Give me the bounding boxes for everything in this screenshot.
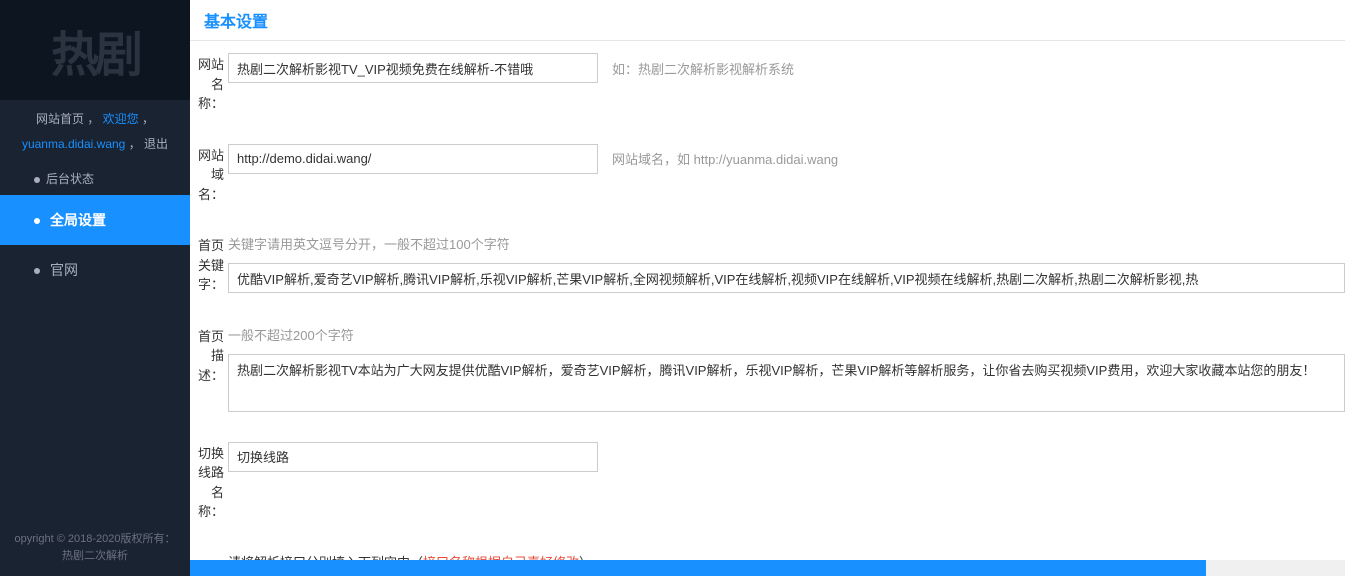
row-keywords: 首页 关键 字： 关键字请用英文逗号分开，一般不超过100个字符 [190, 222, 1345, 313]
user-domain[interactable]: yuanma.didai.wang [22, 137, 125, 151]
backend-status[interactable]: 后台状态 [0, 162, 190, 195]
input-site-domain[interactable] [228, 144, 598, 174]
hint-site-name: 如：热剧二次解析影视解析系统 [612, 59, 794, 78]
label-site-domain: 网站 域 名： [190, 144, 228, 205]
row-site-domain: 网站 域 名： 网站域名，如 http://yuanma.didai.wang [190, 132, 1345, 223]
dot-icon [34, 268, 40, 274]
logo-area: 热剧 [0, 0, 190, 100]
row-site-name: 网站 名 称： 如：热剧二次解析影视解析系统 [190, 41, 1345, 132]
panel-title: 基本设置 [190, 0, 1345, 41]
sidebar-footer: opyright © 2018-2020版权所有： 热剧二次解析 [0, 521, 190, 576]
main-content: 基本设置 网站 名 称： 如：热剧二次解析影视解析系统 网站 域 名： [190, 0, 1345, 576]
textarea-description[interactable] [228, 354, 1345, 412]
logout-link[interactable]: 退出 [144, 137, 168, 151]
label-switch-line: 切换 线路 名 称： [190, 442, 228, 522]
nav-item-global[interactable]: 全局设置 [0, 195, 190, 245]
row-switch-line: 切换 线路 名 称： [190, 430, 1345, 540]
copyright-text: opyright © 2018-2020版权所有： [10, 531, 180, 549]
label-description: 首页 描 述： [190, 325, 228, 386]
hint-description: 一般不超过200个字符 [228, 325, 1345, 344]
logo-text: 热剧 [51, 15, 139, 85]
hint-site-domain: 网站域名，如 http://yuanma.didai.wang [612, 149, 838, 168]
horizontal-scrollbar[interactable] [190, 560, 1345, 576]
dot-icon [34, 177, 40, 183]
copyright-name: 热剧二次解析 [10, 548, 180, 566]
hint-keywords: 关键字请用英文逗号分开，一般不超过100个字符 [228, 234, 1345, 253]
input-switch-line[interactable] [228, 442, 598, 472]
user-info: 网站首页 ， 欢迎您 ， yuanma.didai.wang ， 退出 [0, 100, 190, 162]
input-keywords[interactable] [228, 263, 1345, 293]
nav-item-official[interactable]: 官网 [0, 245, 190, 295]
row-description: 首页 描 述： 一般不超过200个字符 [190, 313, 1345, 430]
input-site-name[interactable] [228, 53, 598, 83]
sidebar: 热剧 网站首页 ， 欢迎您 ， yuanma.didai.wang ， 退出 后… [0, 0, 190, 576]
welcome-text[interactable]: 欢迎您 [103, 112, 139, 126]
scrollbar-thumb[interactable] [190, 560, 1206, 576]
home-link[interactable]: 网站首页 [36, 112, 84, 126]
nav: 全局设置 官网 [0, 195, 190, 521]
label-keywords: 首页 关键 字： [190, 234, 228, 295]
label-site-name: 网站 名 称： [190, 53, 228, 114]
dot-icon [34, 218, 40, 224]
